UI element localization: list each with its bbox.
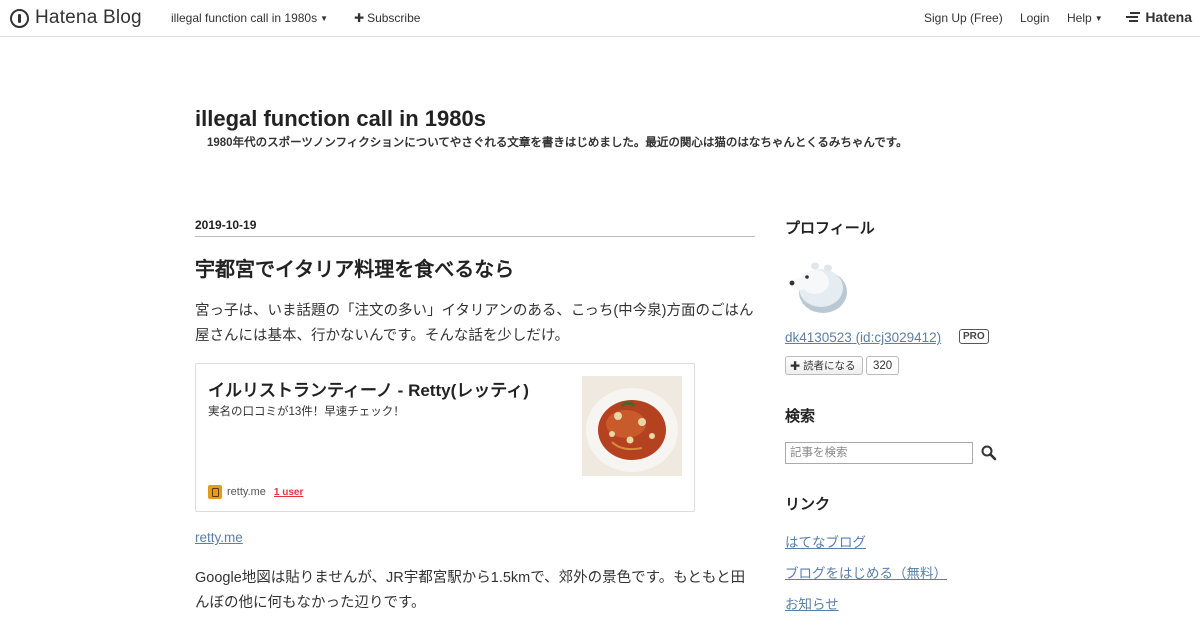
- search-button[interactable]: [980, 444, 998, 462]
- embed-card[interactable]: イルリストランティーノ - Retty(レッティ) 実名の口コミが13件！早速チ…: [195, 363, 695, 512]
- hatena-wordmark: Hatena: [1145, 9, 1192, 25]
- subscribe-label: Subscribe: [367, 11, 421, 25]
- help-menu[interactable]: Help ▼: [1067, 11, 1103, 25]
- profile-name-link[interactable]: dk4130523 (id:cj3029412): [785, 330, 941, 345]
- embed-card-description: 実名の口コミが13件！早速チェック！: [208, 406, 405, 418]
- caret-down-icon: ▼: [1094, 14, 1103, 23]
- subscriber-count: 320: [866, 356, 900, 375]
- brand-name: Hatena Blog: [35, 7, 142, 28]
- subscribe-button[interactable]: ✚ 読者になる: [785, 356, 863, 375]
- search-icon: [981, 445, 997, 461]
- help-label: Help: [1067, 11, 1092, 25]
- hatena-logo[interactable]: Hatena: [1126, 9, 1192, 25]
- embed-card-thumbnail[interactable]: [582, 376, 682, 476]
- entry-paragraph: 宮っ子は、いま話題の「注文の多い」イタリアンのある、こっち(中今泉)方面のごはん…: [195, 303, 754, 344]
- embed-card-site-name: retty.me: [227, 486, 266, 498]
- hatena-blog-logo[interactable]: Hatena Blog: [10, 7, 142, 29]
- blog-menu[interactable]: illegal function call in 1980s ▼: [171, 11, 328, 25]
- link-start-blog[interactable]: ブログをはじめる（無料）: [785, 562, 947, 582]
- blog-description: 1980年代のスポーツノンフィクションについてやさぐれる文章を書きはじめました。…: [207, 137, 908, 149]
- entry-title[interactable]: 宇都宮でイタリア料理を食べるなら: [195, 253, 514, 282]
- entry-date[interactable]: 2019-10-19: [195, 218, 755, 237]
- profile-heading: プロフィール: [785, 220, 875, 237]
- caret-down-icon: ▼: [320, 14, 329, 23]
- hatena-blog-icon: [10, 8, 29, 28]
- pasta-dish-image: [582, 376, 682, 476]
- search-input[interactable]: [785, 442, 973, 464]
- pro-badge[interactable]: PRO: [959, 329, 989, 344]
- retty-link[interactable]: retty.me: [195, 530, 243, 545]
- retty-favicon-icon: [208, 485, 222, 499]
- link-news[interactable]: お知らせ: [785, 593, 839, 613]
- polar-bear-avatar-image: [789, 262, 847, 313]
- embed-card-site: retty.me 1 user: [208, 485, 303, 499]
- hatena-mark-icon: [1126, 11, 1142, 23]
- signup-link[interactable]: Sign Up (Free): [924, 11, 1003, 25]
- plus-icon: ✚: [790, 358, 801, 373]
- bookmark-users-link[interactable]: 1 user: [274, 487, 303, 498]
- login-link[interactable]: Login: [1020, 11, 1049, 25]
- profile-avatar[interactable]: [785, 258, 849, 314]
- global-header: Hatena Blog illegal function call in 198…: [0, 0, 1200, 37]
- links-heading: リンク: [785, 496, 831, 513]
- plus-icon: ✚: [354, 11, 365, 25]
- search-heading: 検索: [785, 408, 816, 425]
- subscribe-button-label: 読者になる: [803, 360, 856, 372]
- embed-card-title[interactable]: イルリストランティーノ - Retty(レッティ): [208, 376, 529, 401]
- blog-menu-label: illegal function call in 1980s: [171, 11, 318, 25]
- blog-title[interactable]: illegal function call in 1980s: [195, 106, 486, 132]
- link-hatena-blog[interactable]: はてなブログ: [785, 531, 866, 551]
- entry-paragraph: Google地図は貼りませんが、JR宇都宮駅から1.5kmで、郊外の景色です。も…: [195, 570, 746, 611]
- subscribe-link[interactable]: ✚ Subscribe: [354, 11, 420, 25]
